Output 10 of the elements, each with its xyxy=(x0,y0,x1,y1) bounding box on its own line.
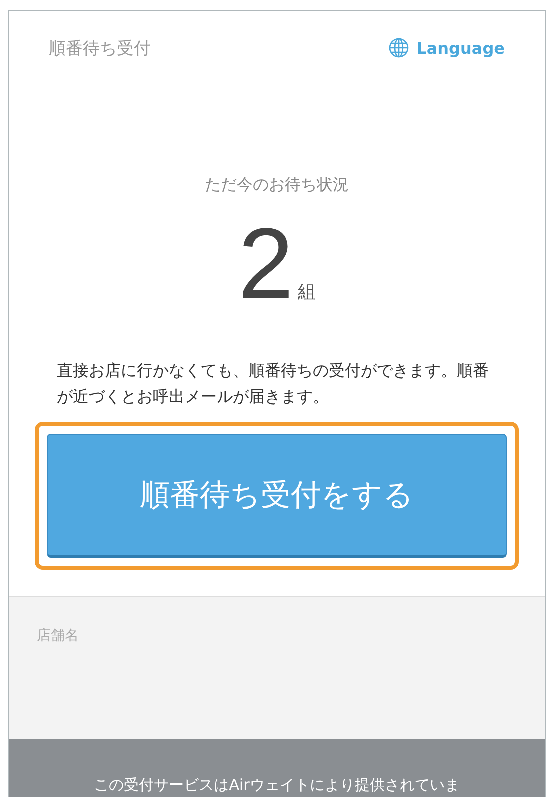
footer-text: この受付サービスはAirウェイトにより提供されていま xyxy=(94,776,460,795)
reception-button[interactable]: 順番待ち受付をする xyxy=(47,434,507,558)
status-label: ただ今のお待ち状況 xyxy=(205,175,349,196)
waiting-count: 2 xyxy=(238,214,294,314)
store-name-label: 店舗名 xyxy=(37,628,79,644)
language-link[interactable]: Language xyxy=(388,38,505,58)
page-title: 順番待ち受付 xyxy=(49,38,151,60)
count-unit: 組 xyxy=(298,281,316,304)
description-text: 直接お店に行かなくても、順番待ちの受付ができます。順番が近づくとお呼出メールが届きます。 xyxy=(57,360,490,408)
globe-icon xyxy=(388,38,409,58)
